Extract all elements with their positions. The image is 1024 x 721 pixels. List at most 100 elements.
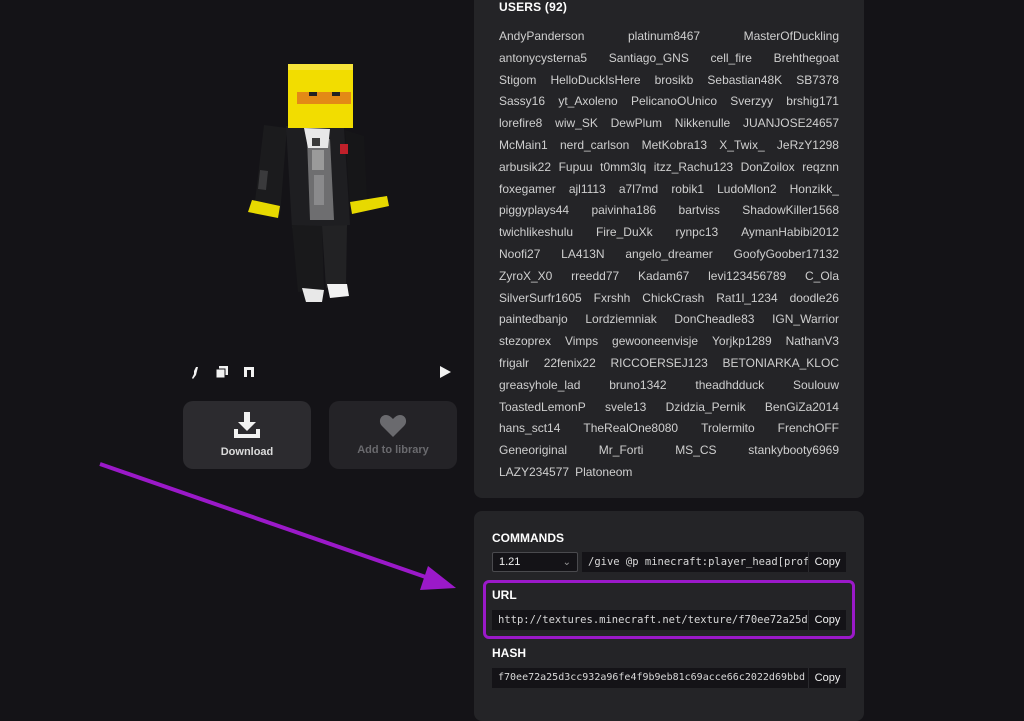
user-name[interactable]: FrenchOFF [778,418,839,440]
user-name[interactable]: platinum8467 [628,26,700,48]
user-name[interactable]: paivinha186 [591,200,656,222]
user-name[interactable]: hans_sct14 [499,418,560,440]
user-name[interactable]: Soulouw [793,375,839,397]
user-name[interactable]: t0mm3lq [600,157,646,179]
hash-field[interactable]: f70ee72a25d3cc932a96fe4f9b9eb81c69acce66… [492,668,808,688]
user-name[interactable]: stankybooty6969 [748,440,839,462]
user-name[interactable]: Noofi27 [499,244,540,266]
user-name[interactable]: a7l7md [619,179,658,201]
user-name[interactable]: DonCheadle83 [674,309,754,331]
user-name[interactable]: wiw_SK [555,113,598,135]
user-name[interactable]: Kadam67 [638,266,689,288]
user-name[interactable]: rreedd77 [571,266,619,288]
user-name[interactable]: MasterOfDuckling [744,26,839,48]
download-button[interactable]: Download [183,401,311,469]
user-name[interactable]: twichlikeshulu [499,222,573,244]
user-name[interactable]: ToastedLemonP [499,397,586,419]
user-name[interactable]: Nikkenulle [675,113,730,135]
user-name[interactable]: AymanHabibi2012 [741,222,839,244]
user-name[interactable]: frigalr [499,353,529,375]
layers-icon[interactable] [216,366,228,378]
user-name[interactable]: Vimps [565,331,598,353]
user-name[interactable]: JUANJOSE24657 [743,113,839,135]
user-name[interactable]: Brehthegoat [774,48,839,70]
user-name[interactable]: rynpc13 [676,222,719,244]
user-name[interactable]: Dzidzia_Pernik [666,397,746,419]
user-name[interactable]: Trolermito [701,418,755,440]
user-name[interactable]: gewooneenvisje [612,331,698,353]
play-icon[interactable] [440,366,451,378]
user-name[interactable]: Mr_Forti [599,440,644,462]
user-name[interactable]: lorefire8 [499,113,542,135]
user-name[interactable]: Honzikk_ [790,179,839,201]
user-name[interactable]: RICCOERSEJ123 [610,353,707,375]
user-name[interactable]: McMain1 [499,135,548,157]
user-name[interactable]: bruno1342 [609,375,666,397]
user-name[interactable]: GoofyGoober17132 [734,244,839,266]
user-name[interactable]: greasyhole_lad [499,375,580,397]
copy-hash-button[interactable]: Copy [808,668,846,688]
user-name[interactable]: IGN_Warrior [772,309,839,331]
user-name[interactable]: SB7378 [796,70,839,92]
user-name[interactable]: Lordziemniak [585,309,656,331]
add-to-library-button[interactable]: Add to library [329,401,457,469]
user-name[interactable]: ChickCrash [642,288,704,310]
user-name[interactable]: SilverSurfr1605 [499,288,582,310]
user-name[interactable]: LudoMlon2 [717,179,776,201]
user-name[interactable]: piggyplays44 [499,200,569,222]
user-name[interactable]: Fxrshh [594,288,631,310]
user-name[interactable]: ShadowKiller1568 [742,200,839,222]
user-name[interactable]: MetKobra13 [642,135,707,157]
user-name[interactable]: levi123456789 [708,266,786,288]
user-name[interactable]: itzz_Rachu123 [654,157,733,179]
user-name[interactable]: paintedbanjo [499,309,568,331]
command-field[interactable]: /give @p minecraft:player_head[profile={… [582,552,808,572]
user-name[interactable]: theadhdduck [695,375,764,397]
user-name[interactable]: Fupuu [559,157,593,179]
user-name[interactable]: MS_CS [675,440,716,462]
user-name[interactable]: Rat1l_1234 [716,288,777,310]
user-name[interactable]: Stigom [499,70,536,92]
user-name[interactable]: cell_fire [711,48,752,70]
user-name[interactable]: DonZoilox [741,157,795,179]
user-name[interactable]: foxegamer [499,179,556,201]
user-name[interactable]: ZyroX_X0 [499,266,552,288]
copy-command-button[interactable]: Copy [808,552,846,572]
user-name[interactable]: stezoprex [499,331,551,353]
user-name[interactable]: brosikb [655,70,694,92]
user-name[interactable]: nerd_carlson [560,135,629,157]
version-select[interactable]: 1.21 ⌄ [492,552,578,572]
user-name[interactable]: X_Twix_ [719,135,764,157]
user-name[interactable]: ajl1113 [569,179,606,201]
user-name[interactable]: Sassy16 [499,91,545,113]
user-name[interactable]: Yorjkp1289 [712,331,772,353]
user-name[interactable]: bartviss [679,200,720,222]
user-name[interactable]: BenGiZa2014 [765,397,839,419]
user-name[interactable]: arbusik22 [499,157,551,179]
user-name[interactable]: JeRzY1298 [777,135,839,157]
user-name[interactable]: Geneoriginal [499,440,567,462]
user-name[interactable]: angelo_dreamer [625,244,712,266]
user-name[interactable]: PelicanoOUnico [631,91,717,113]
cape-icon[interactable] [243,366,255,378]
user-name[interactable]: Fire_DuXk [596,222,653,244]
user-name[interactable]: Sebastian48K [707,70,782,92]
user-name[interactable]: antonycysterna5 [499,48,587,70]
walk-icon[interactable] [190,366,200,380]
user-name[interactable]: TheRealOne8080 [583,418,678,440]
user-name[interactable]: svele13 [605,397,646,419]
user-name[interactable]: 22fenix22 [544,353,596,375]
user-name[interactable]: LAZY234577 [499,462,569,484]
user-name[interactable]: C_Ola [805,266,839,288]
user-name[interactable]: robik1 [671,179,704,201]
user-name[interactable]: Sverzyy [730,91,773,113]
user-name[interactable]: Platoneom [575,462,632,484]
user-name[interactable]: LA413N [561,244,604,266]
user-name[interactable]: brshig171 [786,91,839,113]
user-name[interactable]: Santiago_GNS [609,48,689,70]
user-name[interactable]: doodle26 [790,288,839,310]
user-name[interactable]: reqznn [802,157,839,179]
user-name[interactable]: DewPlum [611,113,662,135]
user-name[interactable]: AndyPanderson [499,26,584,48]
user-name[interactable]: yt_Axoleno [558,91,617,113]
